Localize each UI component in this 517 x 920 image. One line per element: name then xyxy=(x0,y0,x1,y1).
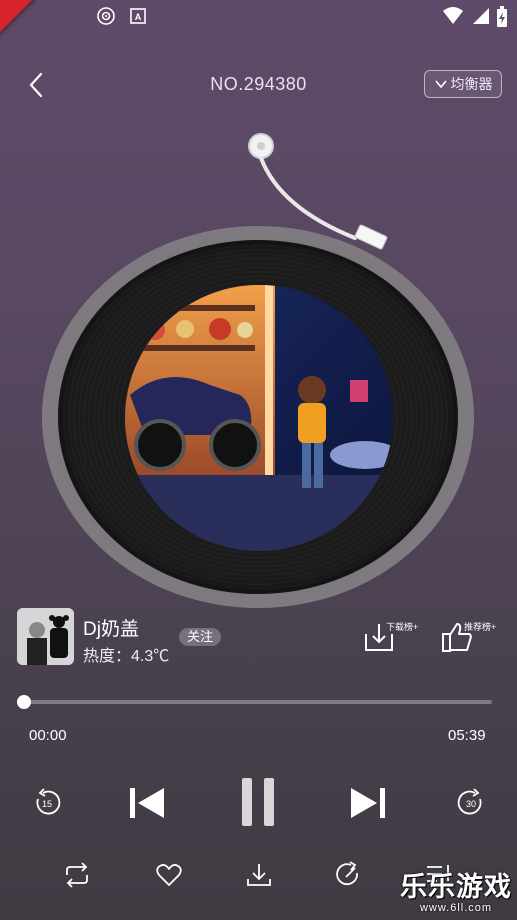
equalizer-label: 均衡器 xyxy=(450,76,493,92)
repeat-button[interactable] xyxy=(60,858,94,892)
artist-name: Dj奶盖 xyxy=(83,619,139,640)
total-time: 05:39 xyxy=(448,727,486,744)
heart-icon xyxy=(156,864,182,886)
forward-icon: 30 xyxy=(457,788,482,815)
back-button[interactable] xyxy=(26,70,50,100)
signal-icon xyxy=(471,6,491,26)
status-bar: A xyxy=(0,0,517,34)
album-cover xyxy=(125,285,393,551)
battery-icon xyxy=(496,6,516,27)
watermark-title: 乐乐游戏 xyxy=(400,872,512,902)
recommend-rank-label: 推荐榜+ xyxy=(464,622,497,632)
equalizer-button[interactable]: 均衡器 xyxy=(424,70,502,98)
wifi-icon xyxy=(442,6,463,26)
progress-knob[interactable] xyxy=(17,695,31,709)
share-icon xyxy=(336,861,358,886)
chevron-left-icon xyxy=(29,72,43,98)
progress-track[interactable] xyxy=(24,700,492,704)
share-button[interactable] xyxy=(332,858,366,892)
page-title: NO.294380 xyxy=(210,74,307,94)
previous-button[interactable] xyxy=(124,782,168,824)
download-rank-label: 下载榜+ xyxy=(386,622,419,632)
current-time: 00:00 xyxy=(29,727,67,744)
heat-value: 热度：4.3℃ xyxy=(83,648,170,665)
pause-icon xyxy=(242,778,274,826)
skip-next-icon xyxy=(351,788,385,818)
rewind-icon: 15 xyxy=(36,788,61,815)
app-status-icon: A xyxy=(128,6,148,26)
svg-text:A: A xyxy=(135,12,142,22)
recommend-rank-button[interactable]: 推荐榜+ xyxy=(440,620,500,660)
tonearm xyxy=(240,128,400,260)
repeat-icon xyxy=(66,862,88,888)
rewind-seconds-label: 15 xyxy=(42,799,52,809)
follow-button[interactable]: 关注 xyxy=(179,628,221,646)
watermark-url: www.6ll.com xyxy=(419,902,493,914)
disc-status-icon xyxy=(96,6,116,26)
download-button[interactable] xyxy=(242,858,276,892)
chevron-down-icon xyxy=(434,80,447,89)
rewind-15-button[interactable]: 15 xyxy=(30,786,64,820)
download-icon xyxy=(247,864,271,886)
skip-previous-icon xyxy=(130,788,164,818)
next-button[interactable] xyxy=(347,782,391,824)
favorite-button[interactable] xyxy=(152,858,186,892)
site-watermark: 乐乐游戏 www.6ll.com xyxy=(397,872,515,920)
download-rank-button[interactable]: 下载榜+ xyxy=(362,620,422,660)
forward-seconds-label: 30 xyxy=(466,799,476,809)
artist-avatar[interactable] xyxy=(17,608,74,665)
pause-button[interactable] xyxy=(235,774,281,830)
forward-30-button[interactable]: 30 xyxy=(454,786,488,820)
